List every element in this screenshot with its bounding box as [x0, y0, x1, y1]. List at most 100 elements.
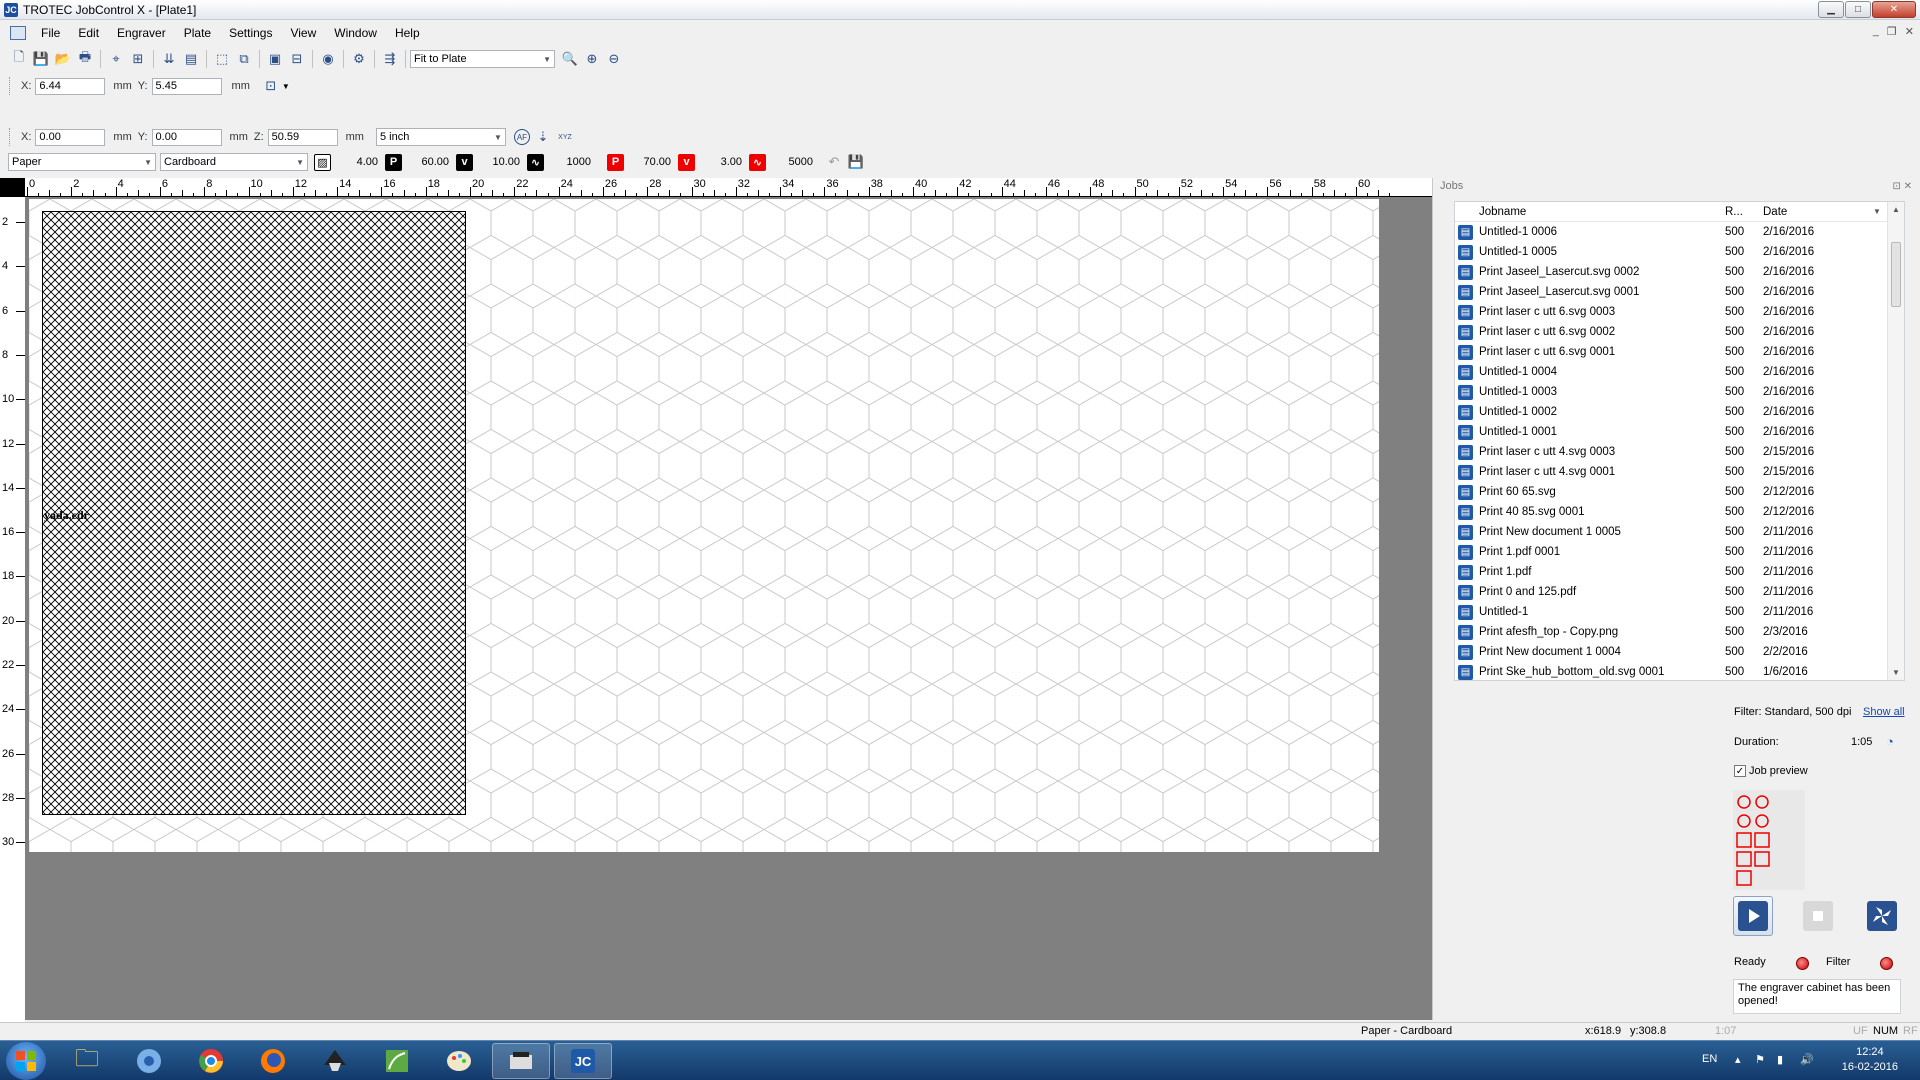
y-position-input[interactable] [151, 77, 222, 95]
plate-view[interactable]: 2 4 6 8 10 12 14 16 18 20 22 24 26 28 30 0 2 4 6 8 10 12 14 16… [0, 178, 1432, 1053]
anchor-icon[interactable]: ⊡ [262, 77, 280, 95]
clear-plate-icon[interactable]: ⊟ [288, 50, 306, 68]
tray-flag-icon[interactable]: ⚑ [1755, 1053, 1765, 1066]
jobs-table[interactable]: Jobname R... Date ▼ ▤ Untitled-1 0006 500 2… [1454, 201, 1905, 681]
taskbar-inkscape[interactable] [306, 1043, 364, 1079]
menu-edit[interactable]: Edit [69, 26, 108, 40]
cut-speed-value[interactable]: 3.00 [698, 156, 742, 168]
panel-pin-icon[interactable]: ⊡ ✕ [1892, 181, 1912, 192]
undo-icon[interactable]: ↶ [825, 153, 843, 171]
menu-window[interactable]: Window [325, 26, 386, 40]
material-select[interactable]: Cardboard ▼ [160, 153, 308, 171]
exhaust-fan-button[interactable] [1862, 896, 1902, 936]
job-row[interactable]: ▤ Untitled-1 0006 500 2/16/2016 [1455, 222, 1904, 242]
print-icon[interactable]: 🖶 [76, 49, 94, 68]
close-button[interactable]: ✕ [1872, 1, 1916, 18]
taskbar-trotec-engraver[interactable] [492, 1043, 550, 1079]
zoom-icon[interactable]: 🔍 [561, 50, 579, 68]
cut-power-value[interactable]: 70.00 [627, 156, 671, 168]
job-row[interactable]: ▤ Print New document 1 0005 500 2/11/2016 [1455, 522, 1904, 542]
taskbar-firefox[interactable] [244, 1043, 302, 1079]
job-row[interactable]: ▤ Print Jaseel_Lasercut.svg 0001 500 2/16/2… [1455, 282, 1904, 302]
zoom-select[interactable]: Fit to Plate ▼ [410, 50, 555, 68]
import-icon[interactable]: ⇊ [160, 50, 178, 68]
minimize-button[interactable]: ▁ [1818, 1, 1844, 18]
maximize-button[interactable]: □ [1845, 1, 1871, 18]
job-row[interactable]: ▤ Print laser c utt 6.svg 0003 500 2/16/201… [1455, 302, 1904, 322]
duplicate-icon[interactable]: ⧉ [235, 50, 253, 68]
job-on-plate[interactable] [42, 211, 466, 815]
menu-engraver[interactable]: Engraver [108, 26, 175, 40]
job-row[interactable]: ▤ Untitled-1 0004 500 2/16/2016 [1455, 362, 1904, 382]
tray-network-icon[interactable]: ▮ [1777, 1053, 1783, 1066]
snap-icon[interactable]: ⇶ [381, 50, 399, 68]
tray-language[interactable]: EN [1702, 1053, 1717, 1065]
chevron-down-icon[interactable]: ▼ [282, 82, 290, 91]
job-row[interactable]: ▤ Untitled-1 0002 500 2/16/2016 [1455, 402, 1904, 422]
engrave-ppi-value[interactable]: 1000 [547, 156, 591, 168]
thickness-value[interactable]: 4.00 [334, 156, 378, 168]
toolbar-grip[interactable] [9, 128, 12, 146]
job-row[interactable]: ▤ Print 0 and 125.pdf 500 2/11/2016 [1455, 582, 1904, 602]
job-row[interactable]: ▤ Print 1.pdf 500 2/11/2016 [1455, 562, 1904, 582]
job-row[interactable]: ▤ Untitled-1 0005 500 2/16/2016 [1455, 242, 1904, 262]
stop-job-button[interactable] [1798, 896, 1838, 936]
taskbar-paint[interactable] [430, 1043, 488, 1079]
y-coord-input[interactable] [151, 128, 222, 146]
position-icon[interactable]: ⌖ [107, 50, 125, 68]
job-row[interactable]: ▤ Print New document 1 0004 500 2/2/2016 [1455, 642, 1904, 662]
job-row[interactable]: ▤ Untitled-1 500 2/11/2016 [1455, 602, 1904, 622]
job-row[interactable]: ▤ Print laser c utt 6.svg 0002 500 2/16/201… [1455, 322, 1904, 342]
taskbar-explorer[interactable]: 🗀 [58, 1043, 116, 1079]
cut-frequency-value[interactable]: 5000 [769, 156, 813, 168]
show-all-link[interactable]: Show all [1863, 706, 1905, 718]
xyz-button[interactable]: XYZ [556, 128, 574, 146]
job-row[interactable]: ▤ Print Jaseel_Lasercut.svg 0002 500 2/16/2… [1455, 262, 1904, 282]
zoom-out-icon[interactable]: ⊖ [605, 50, 623, 68]
eye-icon[interactable]: ◉ [319, 50, 337, 68]
column-resolution[interactable]: R... [1725, 206, 1763, 218]
menu-plate[interactable]: Plate [175, 26, 220, 40]
marker-icon[interactable]: ⊞ [129, 50, 147, 68]
job-row[interactable]: ▤ Print 1.pdf 0001 500 2/11/2016 [1455, 542, 1904, 562]
mdi-minimize-button[interactable]: _ [1873, 25, 1879, 38]
autofocus-button[interactable]: AF [513, 129, 530, 145]
mdi-restore-button[interactable]: ❐ [1887, 25, 1897, 38]
start-button[interactable] [6, 1042, 46, 1080]
save-material-icon[interactable]: 💾 [847, 153, 865, 171]
document-menu-icon[interactable] [10, 26, 26, 40]
taskbar-jobcontrol[interactable]: JC [554, 1043, 612, 1079]
menu-file[interactable]: File [32, 26, 69, 40]
job-row[interactable]: ▤ Print laser c utt 4.svg 0001 500 2/15/201… [1455, 462, 1904, 482]
start-job-button[interactable] [1733, 896, 1773, 936]
taskbar-chromium[interactable] [120, 1043, 178, 1079]
arrange-icon[interactable]: ⬚ [213, 50, 231, 68]
job-row[interactable]: ▤ Untitled-1 0001 500 2/16/2016 [1455, 422, 1904, 442]
x-position-input[interactable] [35, 77, 106, 95]
save-icon[interactable]: 💾 [32, 50, 50, 68]
jobs-scrollbar[interactable]: ▲ ▼ [1887, 202, 1904, 680]
material-group-select[interactable]: Paper ▼ [8, 153, 156, 171]
job-row[interactable]: ▤ Print laser c utt 4.svg 0003 500 2/15/201… [1455, 442, 1904, 462]
z-coord-input[interactable] [267, 128, 338, 146]
sort-down-icon[interactable]: ▼ [1873, 207, 1881, 216]
taskbar-chrome[interactable] [182, 1043, 240, 1079]
job-row[interactable]: ▤ Untitled-1 0003 500 2/16/2016 [1455, 382, 1904, 402]
taskbar-clock[interactable]: 12:24 16-02-2016 [1842, 1045, 1898, 1075]
job-row[interactable]: ▤ Print laser c utt 6.svg 0001 500 2/16/201… [1455, 342, 1904, 362]
tray-volume-icon[interactable]: 🔊 [1800, 1053, 1814, 1066]
scroll-up-icon[interactable]: ▲ [1888, 205, 1904, 214]
job-list-icon[interactable]: ▤ [182, 50, 200, 68]
menu-help[interactable]: Help [386, 26, 429, 40]
job-row[interactable]: ▤ Print 40 85.svg 0001 500 2/12/2016 [1455, 502, 1904, 522]
scroll-thumb[interactable] [1891, 242, 1901, 307]
taskbar-corel[interactable] [368, 1043, 426, 1079]
column-jobname[interactable]: Jobname [1455, 206, 1725, 218]
nest-icon[interactable]: ▣ [266, 50, 284, 68]
new-icon[interactable]: 🗋 [10, 49, 28, 68]
plate-area[interactable]: yada.cdr [29, 199, 1379, 852]
gear-icon[interactable]: ⚙ [350, 50, 368, 68]
toolbar-grip[interactable] [9, 77, 12, 95]
lens-select[interactable]: 5 inch ▼ [375, 128, 506, 146]
zoom-in-icon[interactable]: ⊕ [583, 50, 601, 68]
